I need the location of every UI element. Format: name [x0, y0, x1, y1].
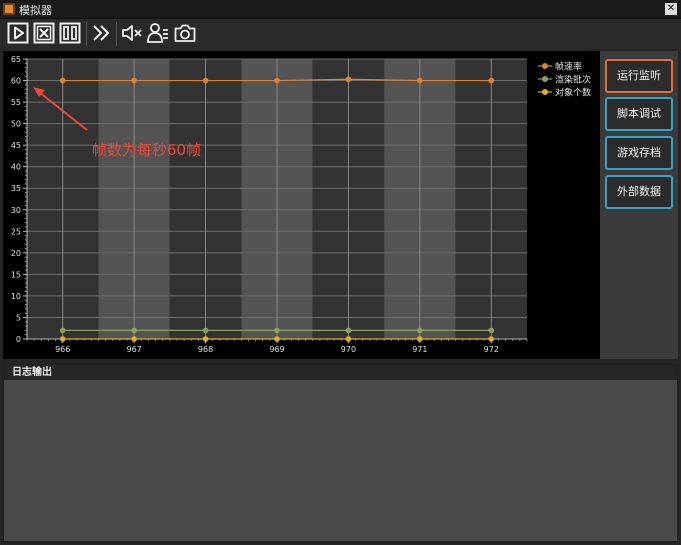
series-point-1 — [417, 327, 423, 334]
window-title: 模拟器 — [19, 4, 52, 17]
series-point-1 — [131, 327, 137, 334]
run-monitor-button[interactable]: 运行监听 — [605, 59, 673, 93]
side-panel: 运行监听 脚本调试 游戏存档 外部数据 — [600, 51, 678, 359]
series-point-0 — [417, 77, 423, 84]
y-tick-label: 65 — [11, 55, 21, 64]
x-tick-label: 967 — [127, 345, 142, 354]
legend-label-0: 帧速率 — [555, 61, 582, 73]
external-data-button[interactable]: 外部数据 — [605, 175, 673, 209]
close-button[interactable]: ✕ — [665, 3, 677, 15]
series-point-2 — [59, 336, 66, 342]
series-point-1 — [274, 327, 280, 334]
y-tick-label: 45 — [11, 141, 21, 150]
app-icon — [3, 3, 15, 15]
y-tick-label: 40 — [11, 163, 21, 172]
series-point-1 — [345, 327, 352, 334]
y-tick-label: 55 — [11, 98, 21, 107]
play-icon[interactable] — [7, 22, 29, 44]
legend-label-1: 渲染批次 — [555, 74, 591, 86]
x-tick-label: 969 — [269, 345, 284, 354]
series-point-1 — [59, 327, 66, 334]
legend-marker-2 — [542, 89, 548, 95]
series-point-0 — [345, 76, 352, 83]
toolbar-separator — [86, 22, 87, 46]
series-point-2 — [345, 336, 352, 342]
y-tick-label: 10 — [11, 292, 21, 301]
log-panel: 日志输出 — [3, 364, 678, 542]
y-tick-label: 50 — [11, 120, 21, 129]
game-save-button[interactable]: 游戏存档 — [605, 136, 673, 170]
series-point-0 — [274, 77, 280, 84]
series-point-2 — [274, 336, 280, 342]
camera-icon[interactable] — [174, 22, 196, 44]
fast-forward-icon[interactable] — [91, 22, 113, 44]
y-tick-label: 35 — [11, 184, 21, 193]
monitor-chart-panel: 0 5 10 15 20 25 30 35 40 45 50 55 60 65 966 967 968 969 97… — [3, 51, 600, 359]
x-tick-label: 968 — [198, 345, 213, 354]
pause-icon[interactable] — [59, 22, 81, 44]
user-list-icon[interactable] — [147, 22, 169, 44]
series-point-1 — [202, 327, 209, 334]
series-point-2 — [417, 336, 423, 342]
y-tick-label: 20 — [11, 249, 21, 258]
monitor-line-chart: 0 5 10 15 20 25 30 35 40 45 50 55 60 65 966 967 968 969 97… — [11, 55, 591, 354]
series-point-2 — [488, 336, 495, 342]
series-point-0 — [488, 77, 495, 84]
series-point-1 — [488, 327, 495, 334]
y-tick-label: 30 — [11, 206, 21, 215]
close-icon: ✕ — [666, 3, 676, 14]
title-bar: 模拟器 ✕ — [0, 0, 681, 19]
y-tick-label: 15 — [11, 270, 21, 279]
toolbar-separator — [116, 22, 117, 46]
legend-marker-1 — [542, 76, 548, 82]
legend-marker-0 — [542, 63, 548, 69]
series-point-0 — [202, 77, 209, 84]
x-tick-label: 972 — [484, 345, 499, 354]
log-header: 日志输出 — [4, 365, 677, 380]
x-tick-label: 970 — [341, 345, 356, 354]
y-tick-label: 60 — [11, 77, 21, 86]
x-tick-label: 971 — [412, 345, 427, 354]
legend-label-2: 对象个数 — [555, 87, 591, 99]
y-tick-label: 25 — [11, 227, 21, 236]
mute-icon[interactable] — [121, 22, 143, 44]
series-point-2 — [131, 336, 137, 342]
x-tick-label: 966 — [55, 345, 70, 354]
stop-icon[interactable] — [33, 22, 55, 44]
script-debug-button[interactable]: 脚本调试 — [605, 97, 673, 131]
series-point-0 — [131, 77, 137, 84]
y-tick-label: 5 — [16, 313, 21, 322]
y-tick-label: 0 — [16, 335, 21, 344]
series-point-0 — [59, 77, 66, 84]
annotation-text: 帧数为每秒60帧 — [92, 141, 201, 159]
series-point-2 — [202, 336, 209, 342]
log-output-area[interactable] — [4, 380, 677, 540]
toolbar — [0, 19, 681, 49]
